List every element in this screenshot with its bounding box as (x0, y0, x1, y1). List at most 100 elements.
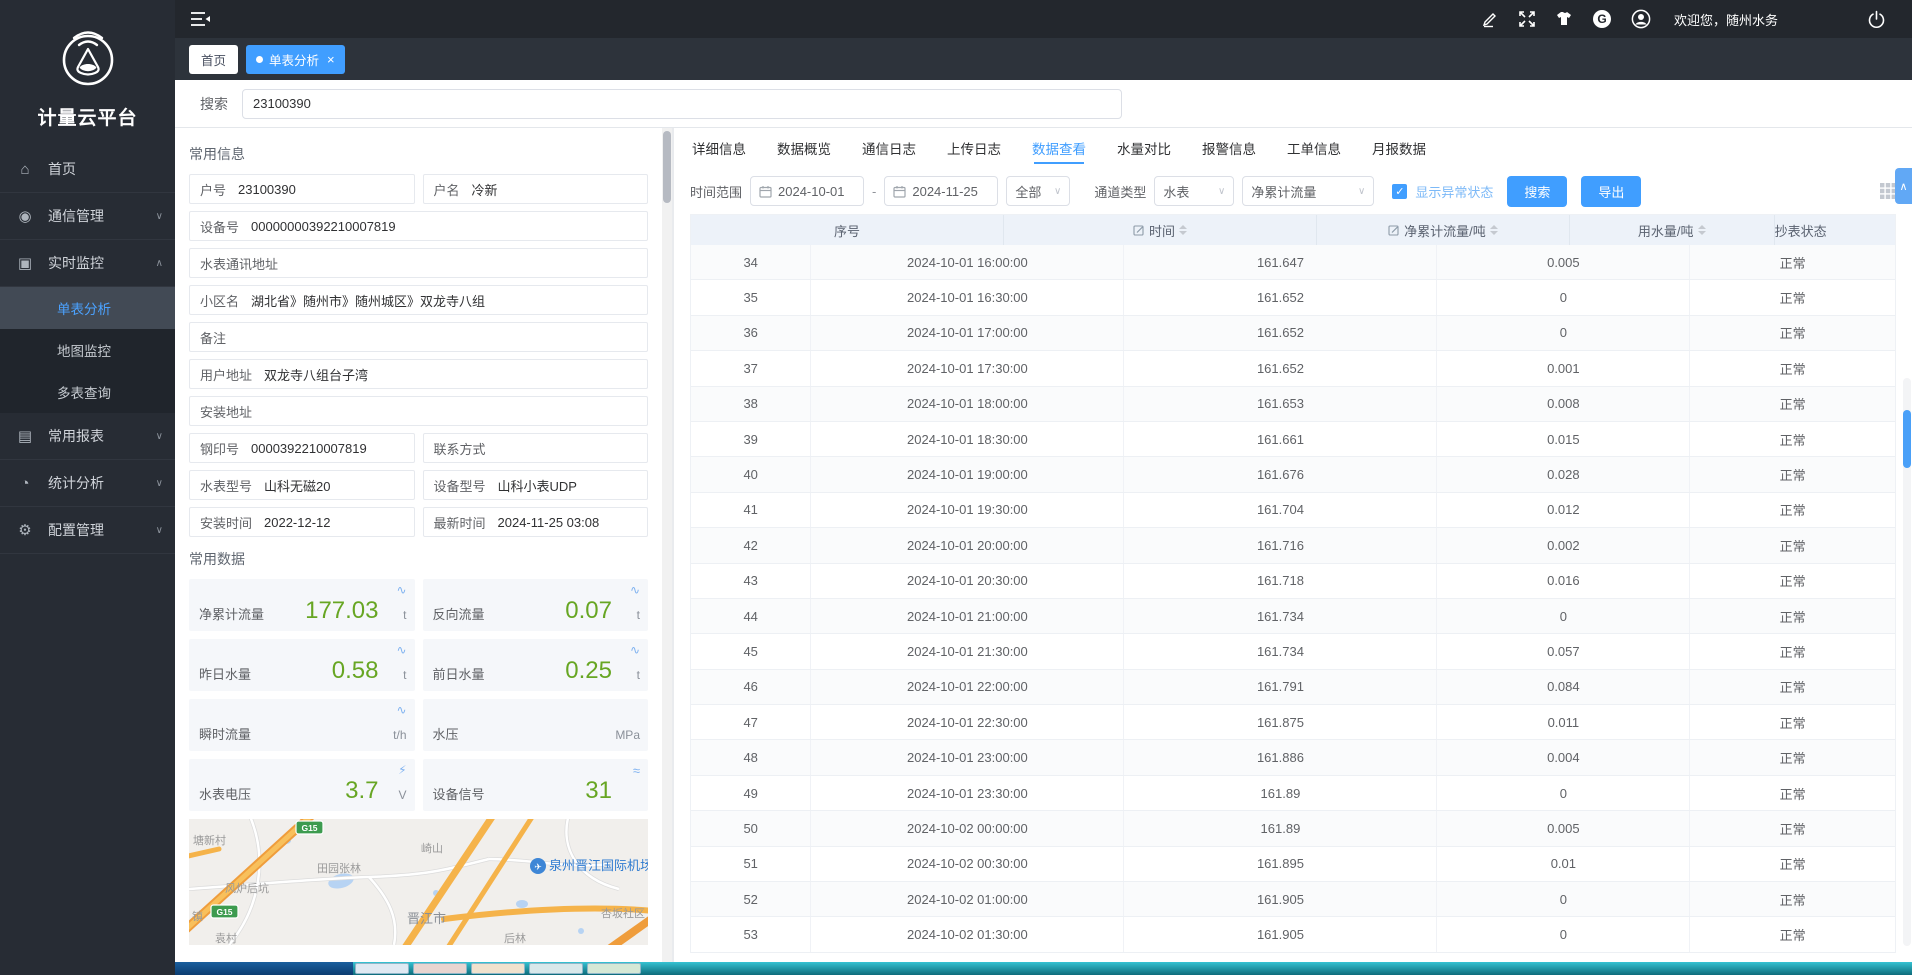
cell-net-flow: 161.905 (1124, 882, 1437, 916)
tab-home[interactable]: 首页 (189, 45, 238, 74)
sidebar-item-communication[interactable]: ◉ 通信管理 ∨ (0, 193, 175, 240)
sidebar-item-configuration[interactable]: ⚙ 配置管理 ∨ (0, 507, 175, 554)
power-icon[interactable] (1867, 10, 1886, 29)
taskbar-window[interactable] (471, 963, 525, 974)
tab-workorder-info[interactable]: 工单信息 (1285, 128, 1343, 168)
sidebar-item-realtime-monitor[interactable]: ▣ 实时监控 ∧ (0, 240, 175, 287)
tab-data-overview[interactable]: 数据概览 (775, 128, 833, 168)
signal-icon (633, 763, 640, 778)
card-reverse-flow: 反向流量 0.07 t (423, 579, 649, 631)
table-row[interactable]: 46 2024-10-01 22:00:00 161.791 0.084 正常 (691, 670, 1895, 705)
table-row[interactable]: 51 2024-10-02 00:30:00 161.895 0.01 正常 (691, 847, 1895, 882)
table-row[interactable]: 39 2024-10-01 18:30:00 161.661 0.015 正常 (691, 422, 1895, 457)
col-time[interactable]: 时间 (1004, 215, 1317, 245)
table-row[interactable]: 34 2024-10-01 16:00:00 161.647 0.005 正常 (691, 245, 1895, 280)
table-row[interactable]: 37 2024-10-01 17:30:00 161.652 0.001 正常 (691, 351, 1895, 386)
table-row[interactable]: 52 2024-10-02 01:00:00 161.905 0 正常 (691, 882, 1895, 917)
search-input[interactable] (242, 89, 1122, 119)
content: 常用信息 户号 23100390 户名 冷新 (175, 128, 1912, 962)
field-label: 水表型号 (200, 476, 252, 495)
g-badge-icon[interactable]: G (1592, 9, 1612, 29)
table-row[interactable]: 41 2024-10-01 19:30:00 161.704 0.012 正常 (691, 493, 1895, 528)
sort-icon[interactable] (1490, 225, 1498, 235)
cell-usage: 0.084 (1437, 670, 1690, 704)
tab-monthly-report[interactable]: 月报数据 (1370, 128, 1428, 168)
taskbar-window[interactable] (355, 963, 409, 974)
table-row[interactable]: 44 2024-10-01 21:00:00 161.734 0 正常 (691, 599, 1895, 634)
cell-index: 47 (691, 705, 811, 739)
cell-net-flow: 161.718 (1124, 564, 1437, 598)
table-row[interactable]: 35 2024-10-01 16:30:00 161.652 0 正常 (691, 280, 1895, 315)
cell-usage: 0 (1437, 776, 1690, 810)
table-row[interactable]: 47 2024-10-01 22:30:00 161.875 0.011 正常 (691, 705, 1895, 740)
table-row[interactable]: 49 2024-10-01 23:30:00 161.89 0 正常 (691, 776, 1895, 811)
edit-icon[interactable] (1481, 10, 1499, 28)
sidebar-subitem-multi-meter-query[interactable]: 多表查询 (0, 371, 175, 413)
granularity-select[interactable]: 全部 ∨ (1006, 176, 1070, 206)
tab-water-compare[interactable]: 水量对比 (1115, 128, 1173, 168)
cell-status: 正常 (1690, 847, 1895, 881)
info-field: 备注 (189, 322, 648, 352)
abnormal-status-checkbox[interactable]: ✓ (1392, 184, 1407, 199)
column-label: 抄表状态 (1775, 221, 1827, 240)
scroll-top-button[interactable]: ∧ (1895, 168, 1912, 204)
fullscreen-icon[interactable] (1518, 10, 1536, 28)
metric-select[interactable]: 净累计流量 ∨ (1242, 176, 1374, 206)
table-scrollbar-thumb[interactable] (1903, 410, 1911, 468)
tab-comm-log[interactable]: 通信日志 (860, 128, 918, 168)
sidebar-item-statistics[interactable]: ◔ 统计分析 ∨ (0, 460, 175, 507)
left-panel-scrollbar[interactable] (662, 128, 672, 962)
metric-unit: MPa (615, 728, 640, 742)
info-field: 小区名 湖北省》随州市》随州城区》双龙寺八组 (189, 285, 648, 315)
sort-icon[interactable] (1698, 225, 1706, 235)
col-status[interactable]: 抄表状态 (1775, 215, 1827, 245)
chevron-icon: ∧ (156, 258, 163, 269)
cell-status: 正常 (1690, 387, 1895, 421)
table-row[interactable]: 43 2024-10-01 20:30:00 161.718 0.016 正常 (691, 564, 1895, 599)
sidebar-item-home[interactable]: ⌂ 首页 (0, 146, 175, 193)
collapse-menu-icon[interactable] (189, 10, 211, 28)
export-button[interactable]: 导出 (1581, 176, 1641, 207)
taskbar-window[interactable] (529, 963, 583, 974)
grid-view-icon[interactable] (1880, 183, 1896, 199)
os-taskbar[interactable] (175, 962, 1912, 975)
sidebar-subitem-single-meter-analysis[interactable]: 单表分析 (0, 287, 175, 329)
col-usage[interactable]: 用水量/吨 (1570, 215, 1775, 245)
field-value: 湖北省》随州市》随州城区》双龙寺八组 (251, 291, 485, 310)
theme-icon[interactable] (1555, 10, 1573, 28)
metric-value: 净累计流量 (1251, 182, 1316, 201)
location-map[interactable]: G15 G15 塘新村 田园张林 崎山 风炉后坑 镇 (189, 819, 648, 945)
card-device-signal: 设备信号 31 (423, 759, 649, 811)
table-row[interactable]: 50 2024-10-02 00:00:00 161.89 0.005 正常 (691, 811, 1895, 846)
tab-single-meter-analysis[interactable]: 单表分析 × (246, 45, 345, 74)
user-avatar-icon[interactable] (1631, 9, 1651, 29)
col-net-flow[interactable]: 净累计流量/吨 (1317, 215, 1570, 245)
search-button[interactable]: 搜索 (1507, 176, 1567, 207)
taskbar-window[interactable] (587, 963, 641, 974)
field-label: 联系方式 (434, 439, 486, 458)
tab-upload-log[interactable]: 上传日志 (945, 128, 1003, 168)
tab-data-view[interactable]: 数据查看 (1030, 128, 1088, 168)
sidebar-item-common-reports[interactable]: ▤ 常用报表 ∨ (0, 413, 175, 460)
table-scrollbar[interactable] (1903, 378, 1911, 946)
end-date-picker[interactable]: 2024-11-25 (884, 176, 998, 206)
table-row[interactable]: 42 2024-10-01 20:00:00 161.716 0.002 正常 (691, 528, 1895, 563)
table-row[interactable]: 38 2024-10-01 18:00:00 161.653 0.008 正常 (691, 387, 1895, 422)
table-row[interactable]: 53 2024-10-02 01:30:00 161.905 0 正常 (691, 917, 1895, 952)
scrollbar-thumb[interactable] (663, 131, 671, 203)
close-icon[interactable]: × (327, 52, 335, 67)
sort-icon[interactable] (1179, 225, 1187, 235)
col-index[interactable]: 序号 (691, 215, 1004, 245)
table-row[interactable]: 36 2024-10-01 17:00:00 161.652 0 正常 (691, 316, 1895, 351)
pulse-icon (396, 583, 406, 597)
channel-select[interactable]: 水表 ∨ (1154, 176, 1234, 206)
calendar-icon (893, 185, 906, 198)
table-row[interactable]: 45 2024-10-01 21:30:00 161.734 0.057 正常 (691, 634, 1895, 669)
sidebar-subitem-map-monitor[interactable]: 地图监控 (0, 329, 175, 371)
tab-alarm-info[interactable]: 报警信息 (1200, 128, 1258, 168)
taskbar-window[interactable] (413, 963, 467, 974)
table-row[interactable]: 40 2024-10-01 19:00:00 161.676 0.028 正常 (691, 457, 1895, 492)
start-date-picker[interactable]: 2024-10-01 (750, 176, 864, 206)
tab-detail-info[interactable]: 详细信息 (690, 128, 748, 168)
table-row[interactable]: 48 2024-10-01 23:00:00 161.886 0.004 正常 (691, 740, 1895, 775)
